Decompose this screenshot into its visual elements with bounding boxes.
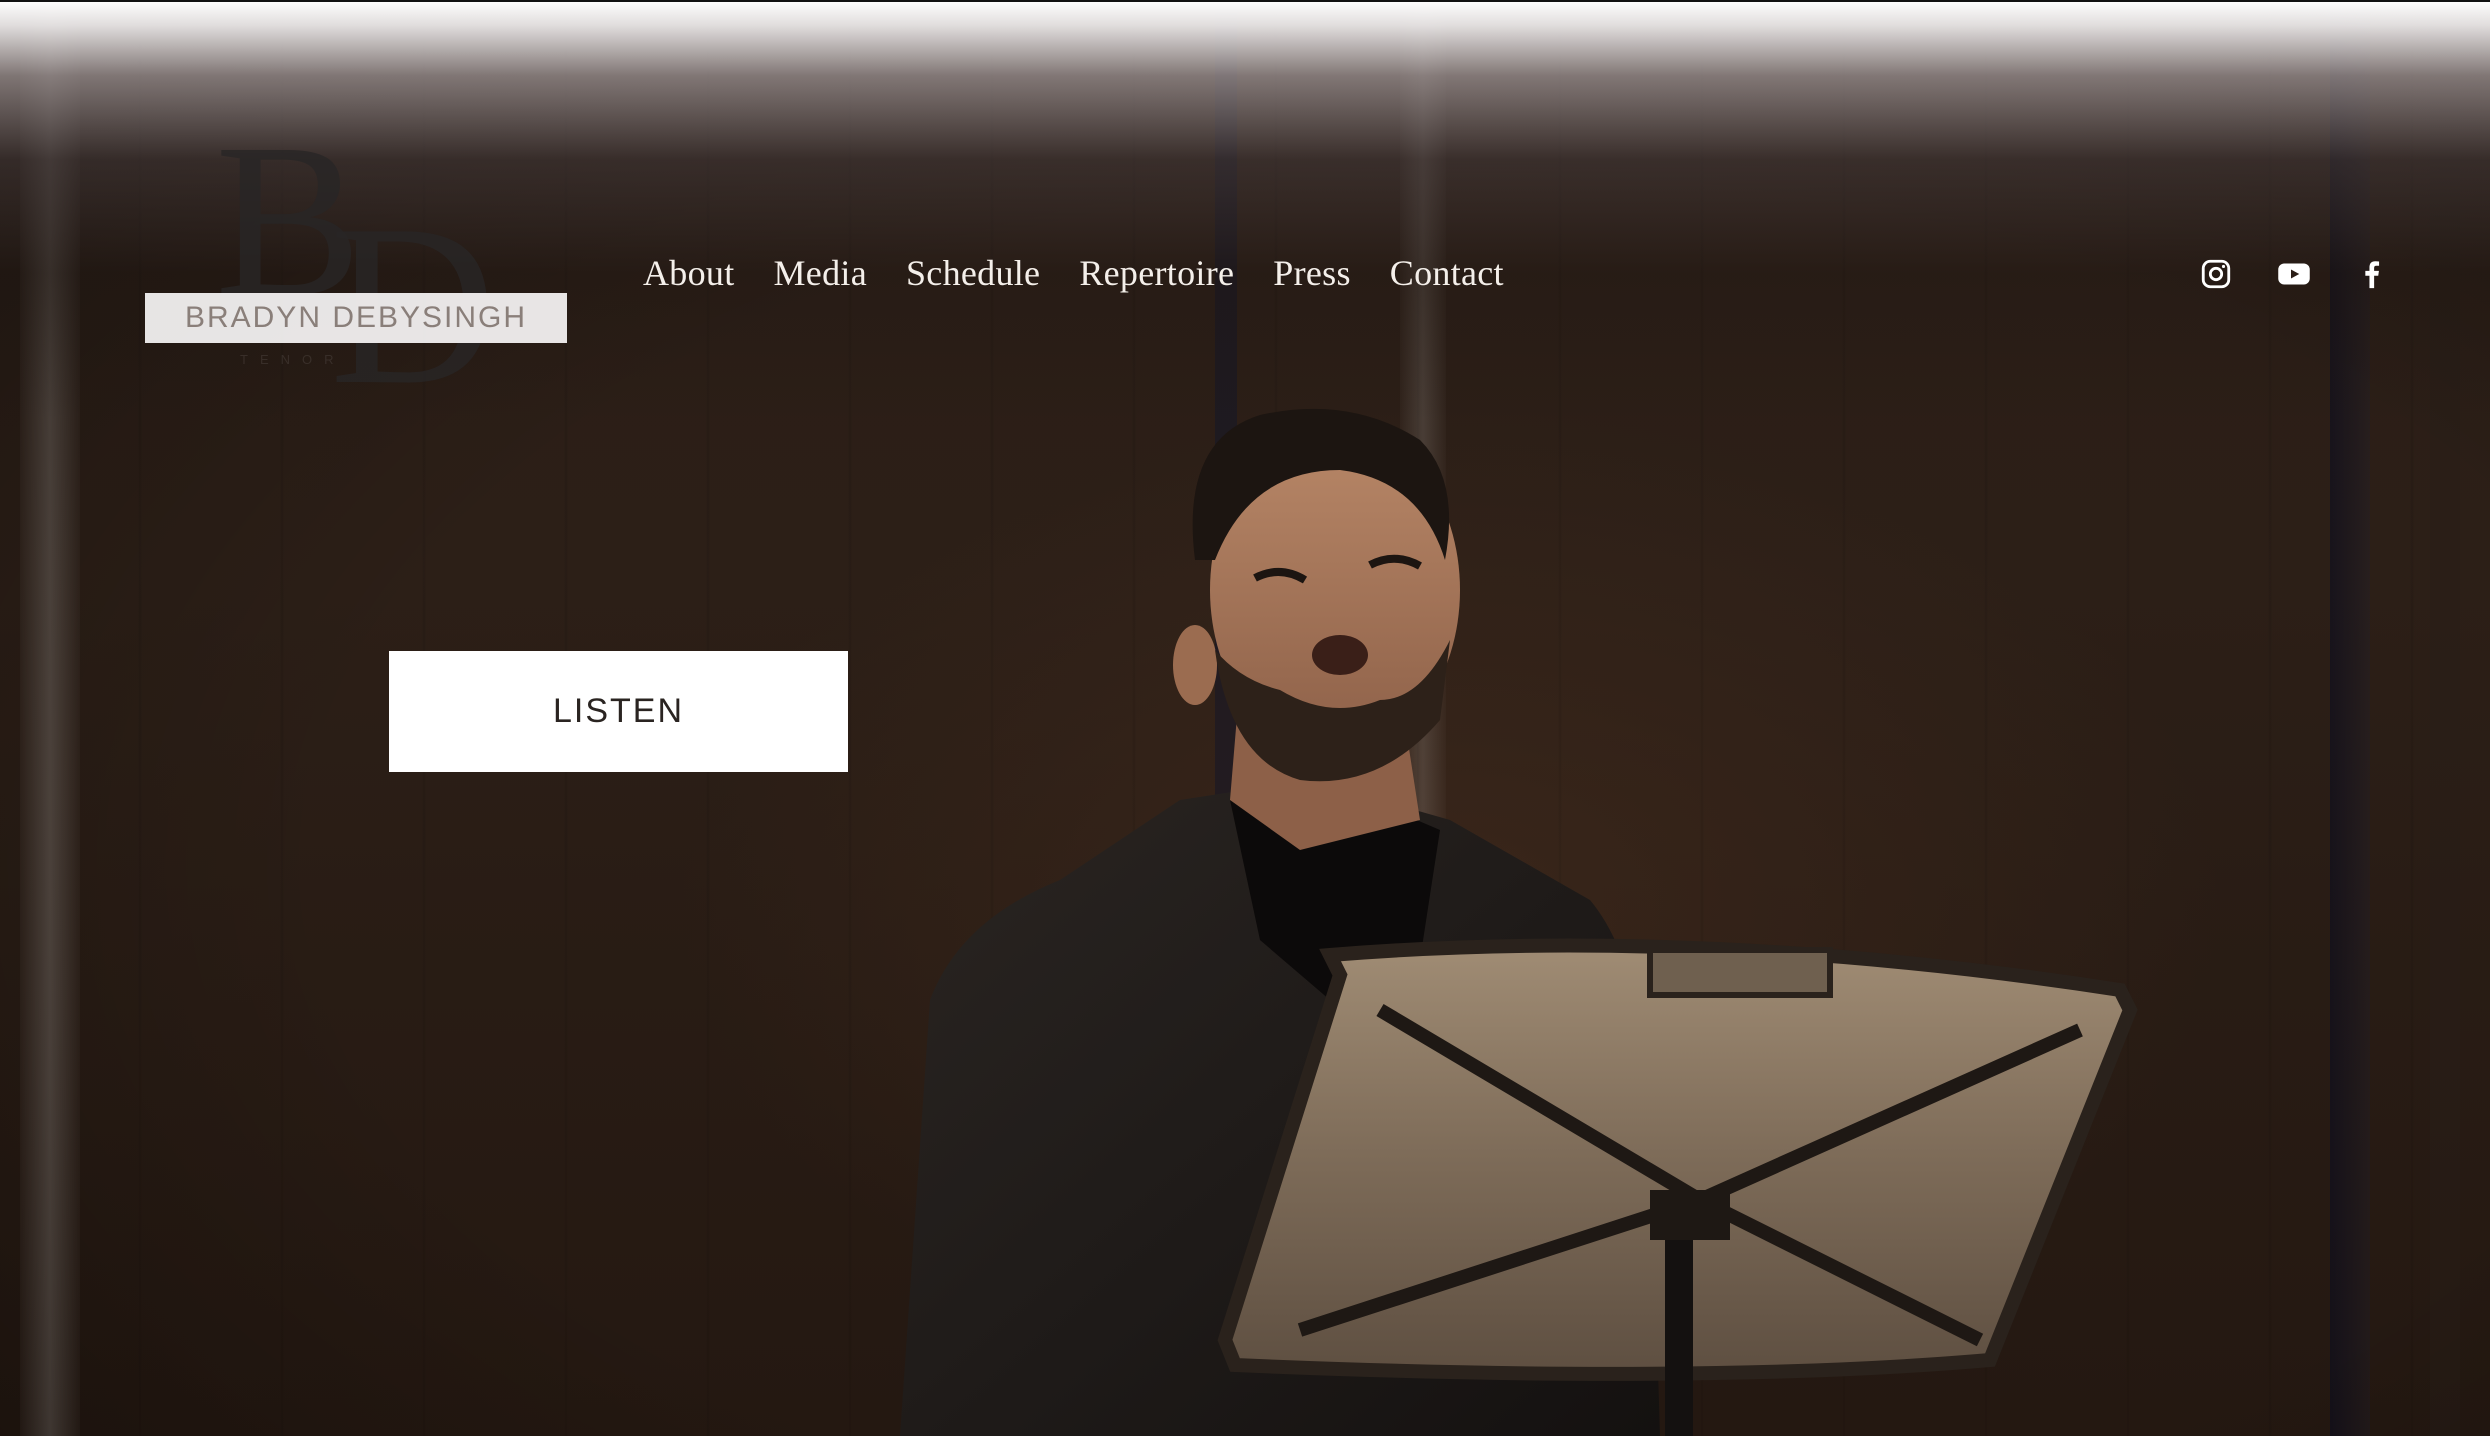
nav-schedule[interactable]: Schedule	[906, 252, 1040, 294]
hero-page: B D BRADYN DEBYSINGH TENOR About Media S…	[0, 0, 2490, 1436]
nav-media[interactable]: Media	[774, 252, 867, 294]
nav-about[interactable]: About	[643, 252, 735, 294]
logo-subtitle: TENOR	[240, 352, 346, 367]
instagram-icon[interactable]	[2196, 254, 2236, 294]
nav-contact[interactable]: Contact	[1390, 252, 1504, 294]
social-links	[2196, 254, 2430, 294]
main-nav: About Media Schedule Repertoire Press Co…	[643, 252, 1543, 294]
nav-press[interactable]: Press	[1273, 252, 1351, 294]
site-logo[interactable]: B D BRADYN DEBYSINGH TENOR	[145, 110, 567, 420]
listen-button[interactable]: LISTEN	[389, 651, 848, 772]
logo-name-band: BRADYN DEBYSINGH	[145, 293, 567, 343]
logo-name: BRADYN DEBYSINGH	[184, 301, 528, 334]
facebook-icon[interactable]	[2352, 254, 2392, 294]
nav-repertoire[interactable]: Repertoire	[1079, 252, 1234, 294]
youtube-icon[interactable]	[2274, 254, 2314, 294]
